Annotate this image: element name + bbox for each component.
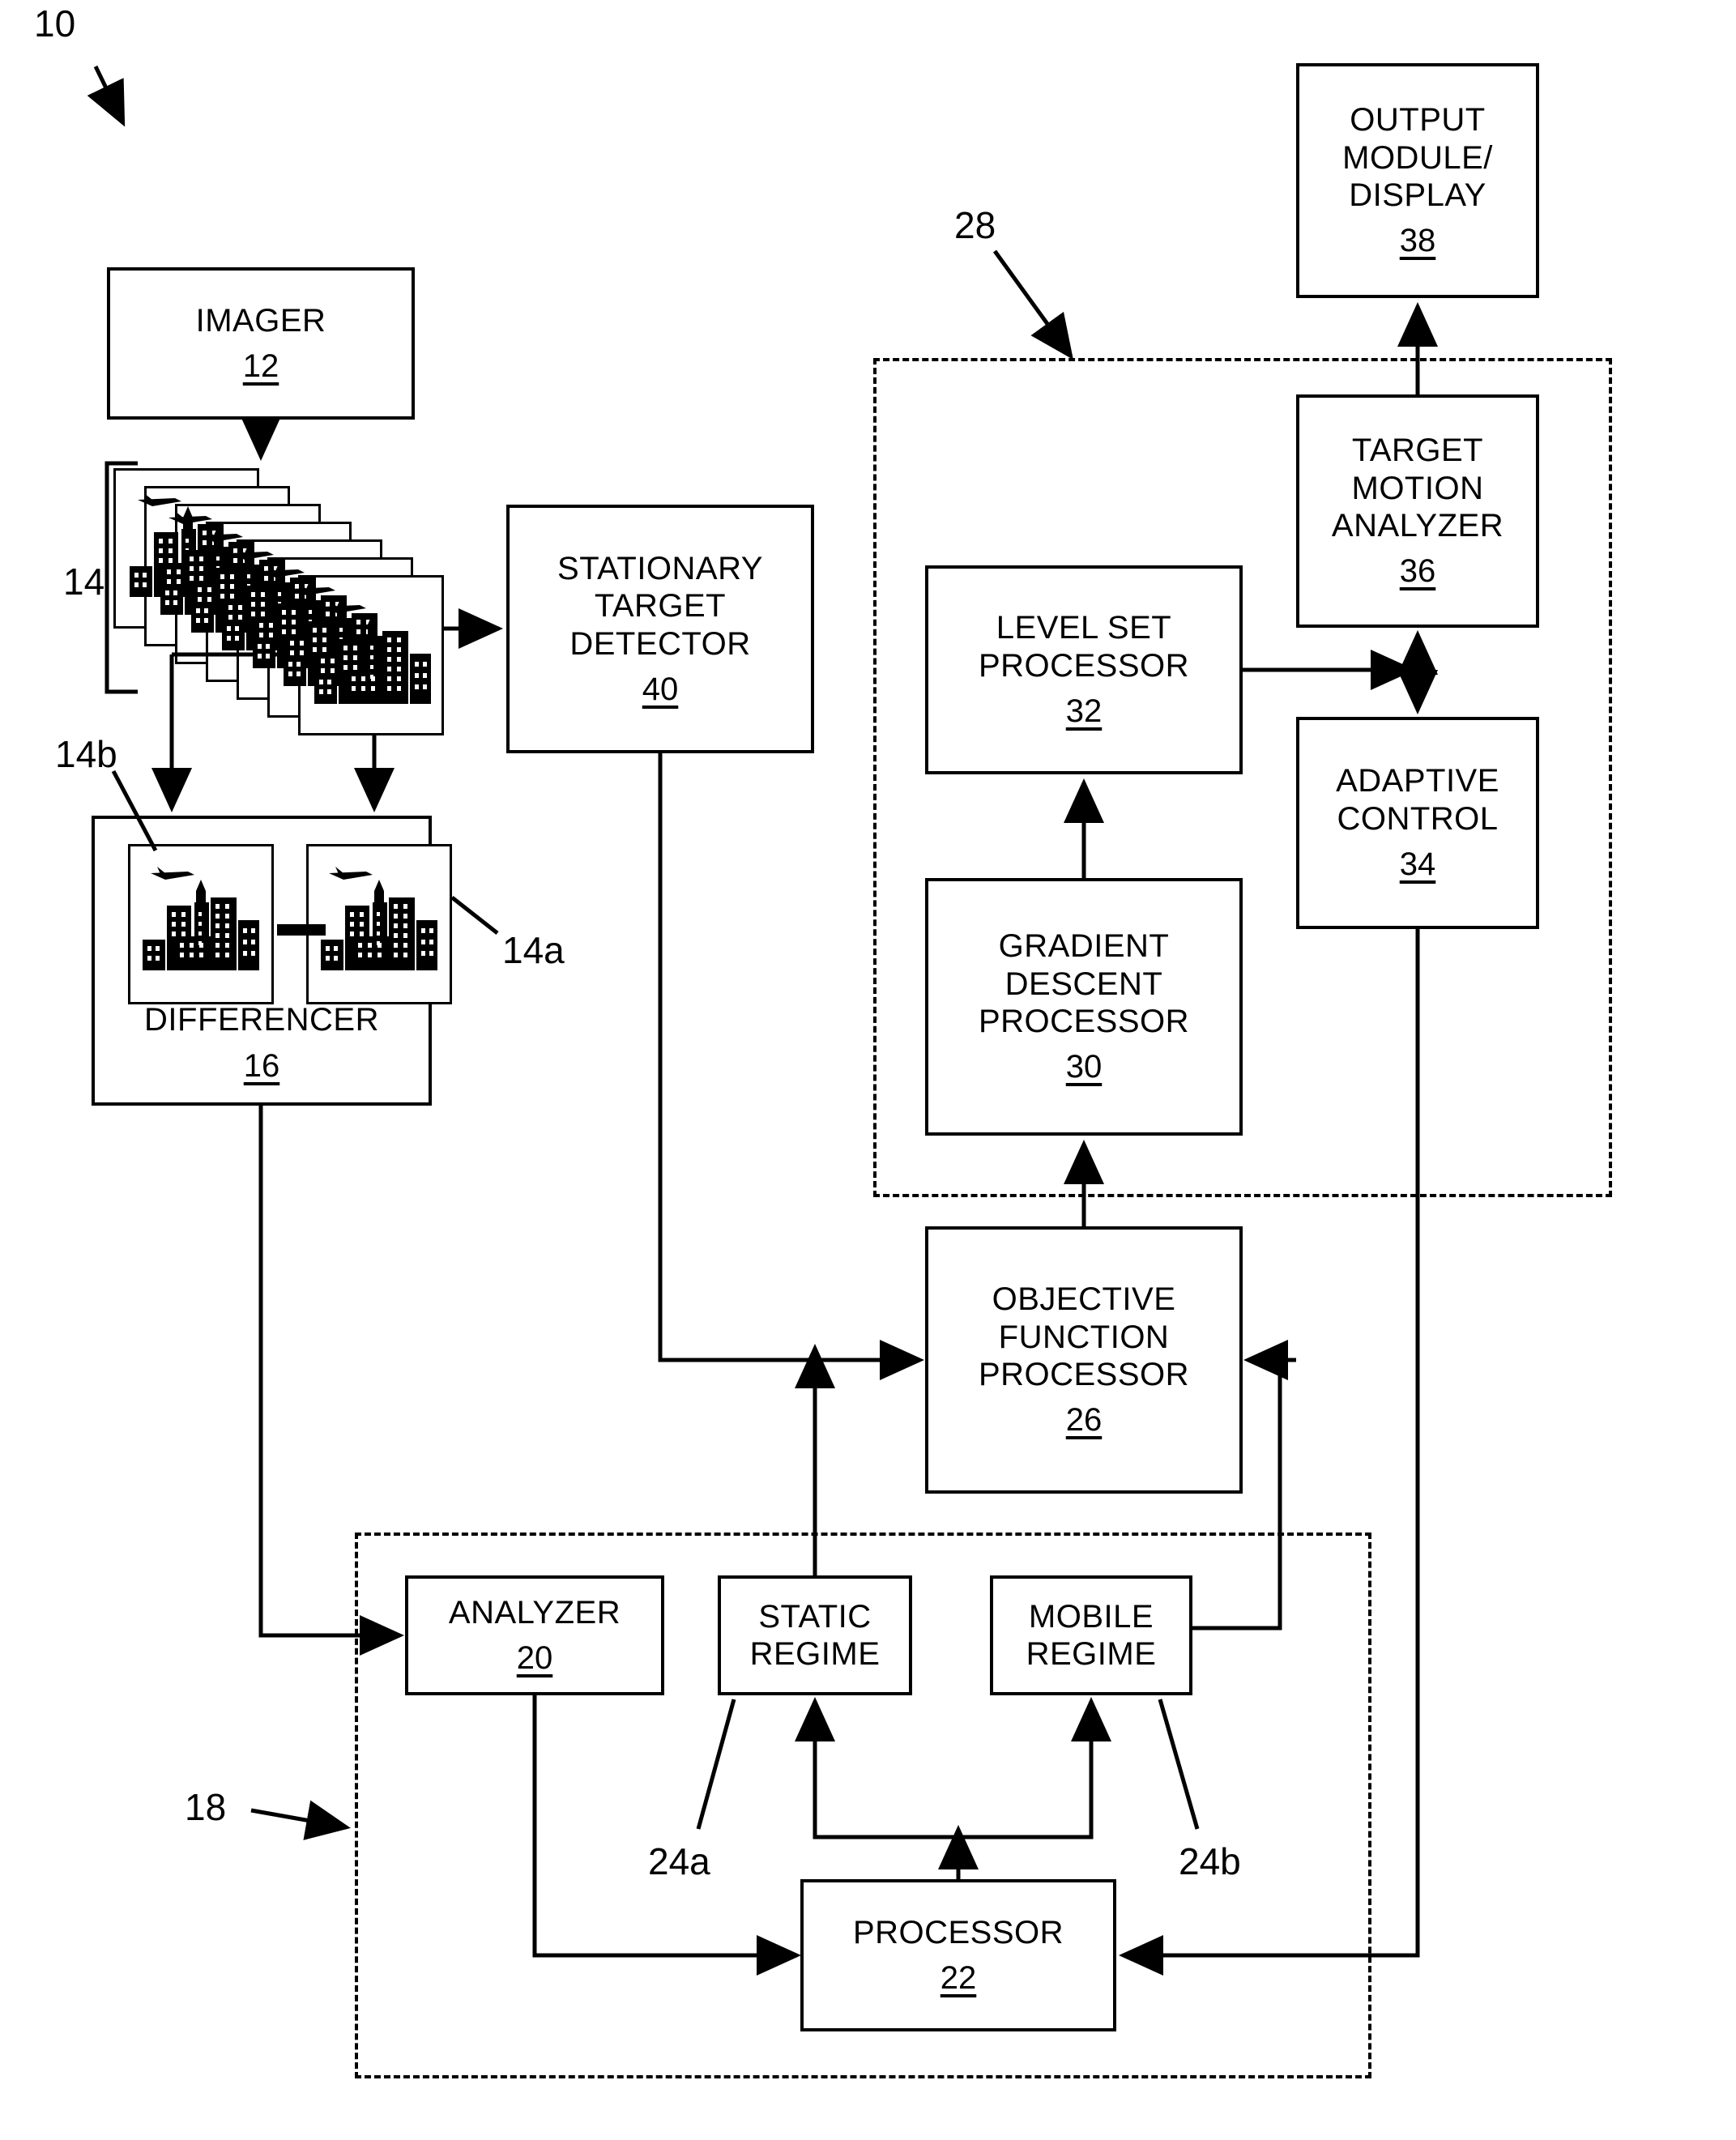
frame-card-14a xyxy=(306,844,452,1004)
block-analyzer-title: ANALYZER xyxy=(448,1594,621,1631)
ref-label-14a: 14a xyxy=(502,929,565,971)
block-mobile-regime-title: MOBILE REGIME xyxy=(1026,1598,1157,1672)
ref-label-10: 10 xyxy=(34,2,76,45)
block-mobile-regime[interactable]: MOBILE REGIME xyxy=(990,1575,1192,1695)
block-analyzer[interactable]: ANALYZER 20 xyxy=(405,1575,664,1695)
block-stationary-target-detector-number: 40 xyxy=(642,671,679,707)
block-objective-function-processor-title: OBJECTIVE FUNCTION PROCESSOR xyxy=(978,1281,1190,1392)
minus-sign xyxy=(277,924,326,936)
ref-label-14: 14 xyxy=(63,561,105,603)
ref-label-14b: 14b xyxy=(55,733,117,775)
block-level-set-processor-number: 32 xyxy=(1065,693,1103,730)
block-level-set-processor-title: LEVEL SET PROCESSOR xyxy=(978,610,1190,684)
block-target-motion-analyzer-title: TARGET MOTION ANALYZER xyxy=(1331,433,1504,544)
block-level-set-processor[interactable]: LEVEL SET PROCESSOR 32 xyxy=(925,565,1243,774)
block-target-motion-analyzer[interactable]: TARGET MOTION ANALYZER 36 xyxy=(1296,394,1539,628)
block-gradient-descent-processor[interactable]: GRADIENT DESCENT PROCESSOR 30 xyxy=(925,878,1243,1136)
block-differencer-number: 16 xyxy=(243,1047,280,1084)
block-target-motion-analyzer-number: 36 xyxy=(1399,553,1436,590)
image-frame-card-front xyxy=(298,575,444,735)
block-adaptive-control-number: 34 xyxy=(1399,846,1436,883)
block-output-module-display-number: 38 xyxy=(1399,223,1436,259)
block-objective-function-processor[interactable]: OBJECTIVE FUNCTION PROCESSOR 26 xyxy=(925,1226,1243,1494)
block-processor-number: 22 xyxy=(940,1960,977,1996)
block-stationary-target-detector-title: STATIONARY TARGET DETECTOR xyxy=(557,550,763,662)
block-imager-title: IMAGER xyxy=(195,302,326,339)
block-gradient-descent-processor-title: GRADIENT DESCENT PROCESSOR xyxy=(978,928,1190,1039)
block-adaptive-control[interactable]: ADAPTIVE CONTROL 34 xyxy=(1296,717,1539,929)
block-gradient-descent-processor-number: 30 xyxy=(1065,1049,1103,1085)
block-static-regime-title: STATIC REGIME xyxy=(749,1598,881,1672)
block-objective-function-processor-number: 26 xyxy=(1065,1402,1103,1439)
ref-label-18: 18 xyxy=(185,1786,227,1828)
ref-label-28: 28 xyxy=(954,204,996,246)
block-stationary-target-detector[interactable]: STATIONARY TARGET DETECTOR 40 xyxy=(506,505,814,753)
block-imager-number: 12 xyxy=(242,348,279,384)
block-analyzer-number: 20 xyxy=(516,1640,553,1676)
block-output-module-display[interactable]: OUTPUT MODULE/ DISPLAY 38 xyxy=(1296,63,1539,298)
ref-label-24a: 24a xyxy=(648,1840,710,1882)
block-output-module-display-title: OUTPUT MODULE/ DISPLAY xyxy=(1342,102,1493,213)
block-processor[interactable]: PROCESSOR 22 xyxy=(800,1879,1116,2031)
figure-canvas: IMAGER 12 STATIONARY TARGET DETECTOR 40 … xyxy=(0,0,1736,2140)
block-processor-title: PROCESSOR xyxy=(852,1914,1064,1950)
block-static-regime[interactable]: STATIC REGIME xyxy=(718,1575,912,1695)
ref-label-24b: 24b xyxy=(1179,1840,1241,1882)
block-differencer-title: DIFFERENCER xyxy=(144,1002,379,1038)
block-imager[interactable]: IMAGER 12 xyxy=(107,267,415,420)
frame-card-14b xyxy=(128,844,274,1004)
block-adaptive-control-title: ADAPTIVE CONTROL xyxy=(1336,763,1499,837)
